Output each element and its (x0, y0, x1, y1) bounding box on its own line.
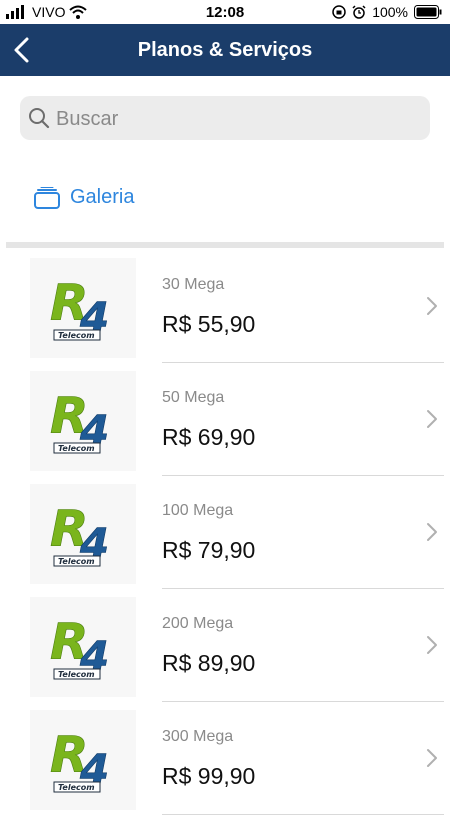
r4-telecom-logo: R 4 Telecom (30, 597, 136, 697)
chevron-right-icon (427, 523, 437, 541)
orientation-lock-icon (332, 5, 346, 19)
plan-name: 200 Mega (162, 615, 234, 632)
svg-text:Telecom: Telecom (58, 783, 95, 792)
plan-name: 30 Mega (162, 276, 225, 293)
plan-price: R$ 79,90 (162, 537, 256, 563)
r4-telecom-logo: R 4 Telecom (30, 258, 136, 358)
plan-list: R 4 Telecom 30 Mega R$ 55,90 R 4 Telecom… (0, 250, 450, 815)
plan-price: R$ 99,90 (162, 763, 256, 789)
plan-name: 100 Mega (162, 502, 234, 519)
plan-name: 50 Mega (162, 389, 225, 406)
gallery-label: Galeria (70, 186, 135, 208)
plan-price: R$ 89,90 (162, 650, 256, 676)
gallery-link[interactable]: Galeria (34, 186, 134, 209)
r4-telecom-logo: R 4 Telecom (30, 710, 136, 810)
chevron-right-icon (427, 410, 437, 428)
chevron-right-icon (427, 297, 437, 315)
plan-name: 300 Mega (162, 728, 234, 745)
status-bar: VIVO 12:08 100% (0, 0, 450, 24)
r4-telecom-logo: R 4 Telecom (30, 484, 136, 584)
search-input[interactable]: Buscar (20, 96, 430, 140)
plan-row[interactable]: R 4 Telecom 100 Mega R$ 79,90 (0, 476, 450, 589)
svg-text:Telecom: Telecom (58, 444, 95, 453)
chevron-right-icon (427, 636, 437, 654)
r4-telecom-logo: R 4 Telecom (30, 371, 136, 471)
search-placeholder: Buscar (56, 108, 119, 130)
plan-row[interactable]: R 4 Telecom 300 Mega R$ 99,90 (0, 702, 450, 815)
status-right: 100% (332, 4, 442, 20)
svg-text:Telecom: Telecom (58, 557, 95, 566)
nav-bar: Planos & Serviços (0, 24, 450, 76)
plan-row[interactable]: R 4 Telecom 200 Mega R$ 89,90 (0, 589, 450, 702)
svg-text:Telecom: Telecom (58, 670, 95, 679)
section-divider (6, 242, 444, 248)
svg-text:Telecom: Telecom (58, 331, 95, 340)
plan-row[interactable]: R 4 Telecom 50 Mega R$ 69,90 (0, 363, 450, 476)
plan-price: R$ 55,90 (162, 311, 256, 337)
page-title: Planos & Serviços (137, 39, 313, 61)
search-icon (29, 108, 50, 129)
battery-percent: 100% (372, 4, 408, 20)
plan-price: R$ 69,90 (162, 424, 256, 450)
alarm-icon (352, 5, 366, 19)
battery-icon (414, 5, 442, 19)
plan-row[interactable]: R 4 Telecom 30 Mega R$ 55,90 (0, 250, 450, 363)
gallery-icon (34, 186, 60, 209)
chevron-right-icon (427, 749, 437, 767)
